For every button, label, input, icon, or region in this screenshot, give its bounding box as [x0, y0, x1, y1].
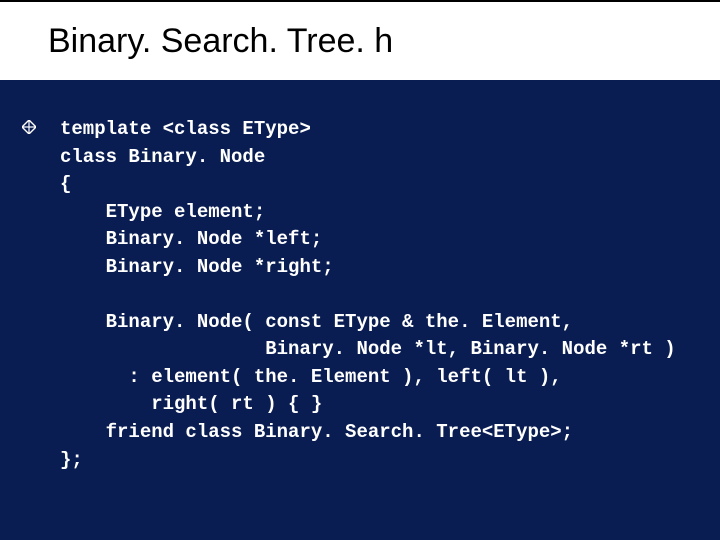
code-line: Binary. Node *lt, Binary. Node *rt ) [60, 338, 676, 360]
code-line: Binary. Node *left; [60, 228, 322, 250]
code-line: template <class EType> [60, 118, 311, 140]
code-line: friend class Binary. Search. Tree<EType>… [60, 421, 573, 443]
code-line: { [60, 173, 71, 195]
bullet-diamond-icon [22, 120, 36, 134]
code-line: }; [60, 449, 83, 471]
slide: Binary. Search. Tree. h template <class … [0, 0, 720, 540]
code-line: class Binary. Node [60, 146, 265, 168]
code-line: right( rt ) { } [60, 393, 322, 415]
slide-title: Binary. Search. Tree. h [48, 22, 393, 61]
code-line: : element( the. Element ), left( lt ), [60, 366, 562, 388]
code-block: template <class EType> class Binary. Nod… [60, 116, 680, 474]
title-band: Binary. Search. Tree. h [0, 0, 720, 80]
code-line: EType element; [60, 201, 265, 223]
code-line: Binary. Node( const EType & the. Element… [60, 311, 573, 333]
code-line: Binary. Node *right; [60, 256, 334, 278]
